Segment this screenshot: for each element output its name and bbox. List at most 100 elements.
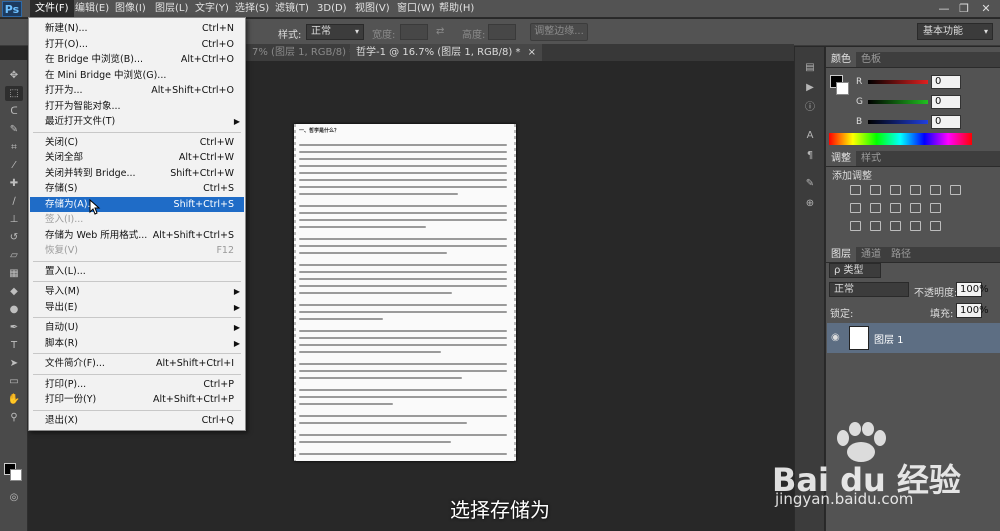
adjustment-icon[interactable]: [930, 221, 941, 231]
red-slider[interactable]: [868, 80, 928, 84]
green-value[interactable]: 0: [931, 95, 961, 109]
lasso-tool-icon[interactable]: ᑕ: [5, 104, 23, 119]
brush-tool-icon[interactable]: ∕: [5, 194, 23, 209]
pen-tool-icon[interactable]: ✒: [5, 320, 23, 335]
history-brush-tool-icon[interactable]: ↺: [5, 230, 23, 245]
tab-layers[interactable]: 图层: [826, 247, 856, 262]
layer-row[interactable]: ◉ 图层 1: [827, 323, 1000, 353]
crop-tool-icon[interactable]: ⌗: [5, 140, 23, 155]
close-window-icon[interactable]: ✕: [978, 2, 994, 16]
file-menu-item[interactable]: 在 Bridge 中浏览(B)... Alt+Ctrl+O: [30, 52, 244, 67]
blue-value[interactable]: 0: [931, 115, 961, 129]
minimize-icon[interactable]: —: [936, 2, 952, 16]
move-tool-icon[interactable]: ✥: [5, 68, 23, 83]
file-menu-item[interactable]: 存储为(A)... Shift+Ctrl+S: [30, 196, 244, 212]
menu-filter[interactable]: 滤镜(T): [270, 0, 314, 18]
tab-channels[interactable]: 通道: [856, 247, 886, 262]
adjustment-icon[interactable]: [890, 185, 901, 195]
menu-3d[interactable]: 3D(D): [312, 0, 352, 18]
tab-document-2[interactable]: 哲学-1 @ 16.7% (图层 1, RGB/8) * ×: [350, 44, 543, 61]
opacity-input[interactable]: 100%: [956, 282, 989, 297]
menu-layer[interactable]: 图层(L): [150, 0, 193, 18]
clone-source-icon[interactable]: ⊕: [802, 197, 818, 211]
healing-tool-icon[interactable]: ✚: [5, 176, 23, 191]
marquee-tool-icon[interactable]: ⬚: [5, 86, 23, 101]
adjustment-icon[interactable]: [910, 203, 921, 213]
document-page[interactable]: 一、哲学是什么？: [294, 124, 516, 461]
adjustment-icon[interactable]: [850, 221, 861, 231]
file-menu-item[interactable]: 打印(P)... Ctrl+P: [30, 377, 244, 392]
menu-view[interactable]: 视图(V): [350, 0, 395, 18]
gradient-tool-icon[interactable]: ▦: [5, 266, 23, 281]
adjustment-icon[interactable]: [890, 221, 901, 231]
file-menu-item[interactable]: 导入(M) ▶: [30, 284, 244, 299]
width-field[interactable]: [400, 24, 428, 40]
fill-input[interactable]: 100%: [956, 303, 989, 318]
file-menu-item[interactable]: 置入(L)...: [30, 264, 244, 279]
file-menu-item[interactable]: 打印一份(Y) Alt+Shift+Ctrl+P: [30, 392, 244, 407]
adjustment-icon[interactable]: [910, 185, 921, 195]
file-menu-item[interactable]: 最近打开文件(T) ▶: [30, 114, 244, 129]
eye-icon[interactable]: ◉: [831, 332, 840, 343]
tab-adjustments[interactable]: 调整: [826, 151, 856, 166]
file-menu-item[interactable]: 文件简介(F)... Alt+Shift+Ctrl+I: [30, 356, 244, 371]
hand-tool-icon[interactable]: ✋: [5, 392, 23, 407]
quick-mask-icon[interactable]: ◎: [5, 490, 23, 505]
file-menu-item[interactable]: 退出(X) Ctrl+Q: [30, 413, 244, 428]
file-menu-item[interactable]: 自动(U) ▶: [30, 320, 244, 335]
red-value[interactable]: 0: [931, 75, 961, 89]
eyedropper-tool-icon[interactable]: ⁄: [5, 158, 23, 173]
adjustment-icon[interactable]: [890, 203, 901, 213]
adjustment-icon[interactable]: [870, 203, 881, 213]
file-menu-item[interactable]: 存储(S) Ctrl+S: [30, 181, 244, 196]
style-select[interactable]: 正常 ▾: [306, 24, 364, 40]
file-menu-item[interactable]: 打开(O)... Ctrl+O: [30, 37, 244, 52]
zoom-tool-icon[interactable]: ⚲: [5, 410, 23, 425]
menu-edit[interactable]: 编辑(E): [70, 0, 114, 18]
file-menu-item[interactable]: 脚本(R) ▶: [30, 336, 244, 351]
adjustment-icon[interactable]: [930, 203, 941, 213]
shape-tool-icon[interactable]: ▭: [5, 374, 23, 389]
menu-type[interactable]: 文字(Y): [190, 0, 234, 18]
adjustment-icon[interactable]: [930, 185, 941, 195]
tab-document-1[interactable]: 7% (图层 1, RGB/8) *: [246, 44, 361, 61]
restore-icon[interactable]: ❐: [956, 2, 972, 16]
file-menu-item[interactable]: 打开为智能对象...: [30, 99, 244, 114]
color-spectrum[interactable]: [829, 133, 972, 145]
workspace-select[interactable]: 基本功能 ▾: [917, 23, 993, 40]
file-menu-item[interactable]: 新建(N)... Ctrl+N: [30, 21, 244, 36]
height-field[interactable]: [488, 24, 516, 40]
actions-icon[interactable]: ▶: [802, 81, 818, 95]
character-icon[interactable]: A: [802, 129, 818, 143]
green-slider[interactable]: [868, 100, 928, 104]
file-menu-item[interactable]: 在 Mini Bridge 中浏览(G)...: [30, 68, 244, 83]
adjustment-icon[interactable]: [910, 221, 921, 231]
menu-window[interactable]: 窗口(W): [392, 0, 440, 18]
tab-close-icon[interactable]: ×: [528, 47, 536, 58]
tab-styles[interactable]: 样式: [856, 151, 886, 166]
eraser-tool-icon[interactable]: ▱: [5, 248, 23, 263]
adjustment-icon[interactable]: [850, 203, 861, 213]
menu-image[interactable]: 图像(I): [110, 0, 151, 18]
adjustment-icon[interactable]: [870, 221, 881, 231]
menu-select[interactable]: 选择(S): [230, 0, 274, 18]
adjustment-icon[interactable]: [870, 185, 881, 195]
file-menu-item[interactable]: 存储为 Web 所用格式... Alt+Shift+Ctrl+S: [30, 228, 244, 243]
tab-paths[interactable]: 路径: [886, 247, 916, 262]
file-menu-item[interactable]: 导出(E) ▶: [30, 300, 244, 315]
file-menu-item[interactable]: 关闭(C) Ctrl+W: [30, 135, 244, 150]
menu-file[interactable]: 文件(F): [30, 0, 74, 18]
stamp-tool-icon[interactable]: ⊥: [5, 212, 23, 227]
tab-swatches[interactable]: 色板: [856, 52, 886, 67]
path-select-tool-icon[interactable]: ➤: [5, 356, 23, 371]
blur-tool-icon[interactable]: ◆: [5, 284, 23, 299]
background-color-swatch[interactable]: [10, 469, 22, 481]
background-color-chip[interactable]: [836, 82, 849, 95]
blend-mode-select[interactable]: 正常: [829, 282, 909, 297]
paragraph-icon[interactable]: ¶: [802, 149, 818, 163]
file-menu-item[interactable]: 打开为... Alt+Shift+Ctrl+O: [30, 83, 244, 98]
file-menu-item[interactable]: 关闭全部 Alt+Ctrl+W: [30, 150, 244, 165]
type-tool-icon[interactable]: T: [5, 338, 23, 353]
brush-preset-icon[interactable]: ✎: [802, 177, 818, 191]
dodge-tool-icon[interactable]: ●: [5, 302, 23, 317]
